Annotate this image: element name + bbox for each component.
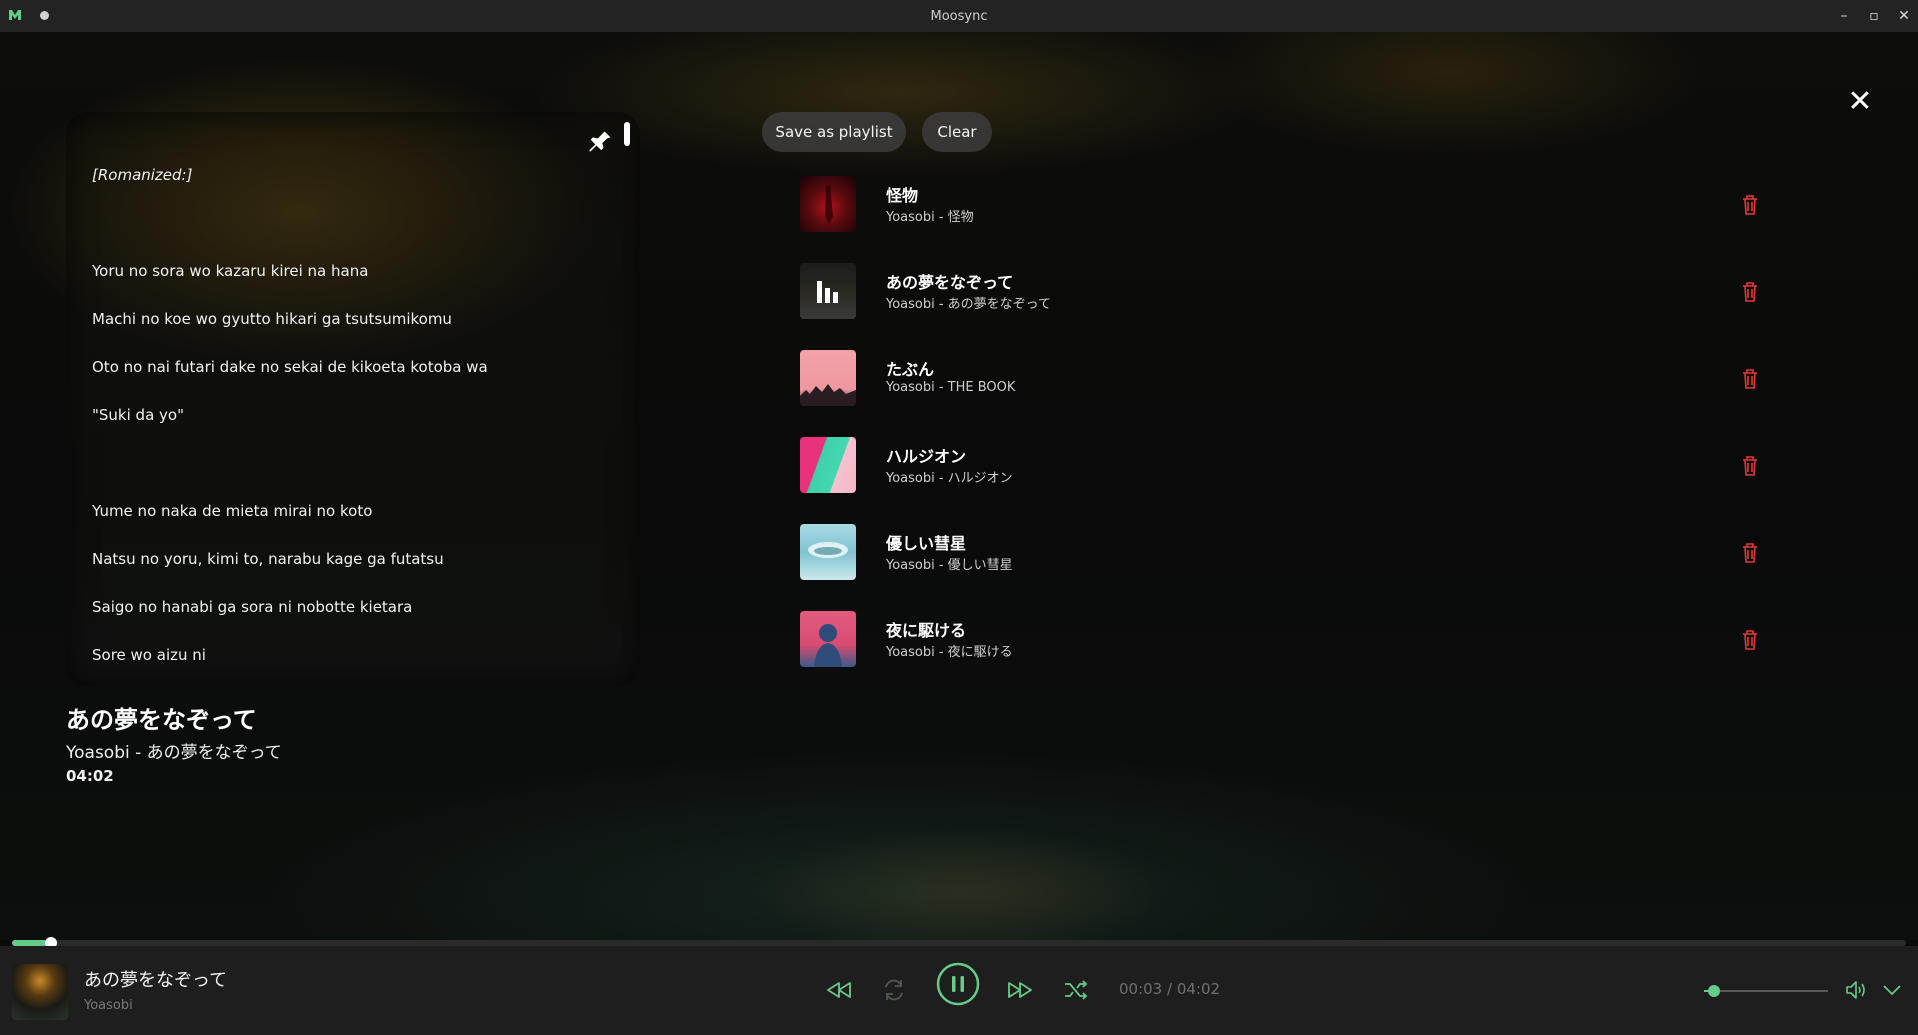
lyrics-scrollbar[interactable] — [624, 122, 630, 146]
volume-slider[interactable] — [1704, 990, 1828, 992]
lyrics-panel[interactable]: [Romanized:] Yoru no sora wo kazaru kire… — [66, 112, 640, 686]
queue-item-subtitle: Yoasobi - あの夢をなぞって — [886, 297, 1052, 312]
chevron-down-icon[interactable] — [1872, 970, 1912, 1010]
queue-item-subtitle: Yoasobi - THE BOOK — [886, 380, 1016, 395]
player-album-art — [12, 964, 68, 1020]
save-as-playlist-button[interactable]: Save as playlist — [762, 112, 906, 152]
queue-item-title: あの夢をなぞって — [886, 273, 1014, 292]
maximize-icon[interactable]: ▫ — [1868, 8, 1880, 24]
lyric-line: Oto no nai futari dake no sekai de kikoe… — [92, 358, 488, 376]
playback-time: 00:03 / 04:02 — [1119, 980, 1221, 998]
queue-item[interactable]: たぶん Yoasobi - THE BOOK — [800, 350, 1760, 406]
lyric-line: Natsu no yoru, kimi to, narabu kage ga f… — [92, 550, 444, 568]
queue-item[interactable]: 優しい彗星 Yoasobi - 優しい彗星 — [800, 524, 1760, 580]
now-playing-title: あの夢をなぞって — [66, 706, 257, 734]
lyric-line: Yume no naka de mieta mirai no koto — [92, 502, 373, 520]
lyric-line: [Romanized:] — [92, 166, 193, 184]
delete-icon[interactable] — [1740, 281, 1760, 303]
pin-icon[interactable] — [586, 128, 614, 156]
player-song-title[interactable]: あの夢をなぞって — [84, 966, 227, 992]
previous-icon[interactable] — [817, 968, 861, 1012]
delete-icon[interactable] — [1740, 542, 1760, 564]
volume-icon[interactable] — [1836, 970, 1876, 1010]
queue-item[interactable]: 夜に駆ける Yoasobi - 夜に駆ける — [800, 611, 1760, 667]
album-art — [800, 524, 856, 580]
main-view: ✕ [Romanized:] Yoru no sora wo kazaru ki… — [0, 32, 1918, 940]
queue-item-title: 優しい彗星 — [886, 534, 967, 553]
lyric-line: "Suki da yo" — [92, 406, 184, 424]
now-playing-subtitle: Yoasobi - あの夢をなぞって — [66, 743, 282, 763]
delete-icon[interactable] — [1740, 455, 1760, 477]
queue-item-subtitle: Yoasobi - 怪物 — [886, 210, 974, 225]
album-art — [800, 611, 856, 667]
delete-icon[interactable] — [1740, 194, 1760, 216]
next-icon[interactable] — [998, 968, 1042, 1012]
player-bar: あの夢をなぞって Yoasobi 00:03 / 04:02 — [0, 946, 1918, 1035]
status-dot[interactable] — [40, 11, 49, 20]
delete-icon[interactable] — [1740, 629, 1760, 651]
queue-item[interactable]: あの夢をなぞって Yoasobi - あの夢をなぞって — [800, 263, 1760, 319]
queue-item-title: ハルジオン — [886, 447, 967, 466]
queue-item-subtitle: Yoasobi - 優しい彗星 — [886, 558, 1013, 573]
clear-queue-button[interactable]: Clear — [922, 112, 992, 152]
moosync-logo-icon — [9, 10, 21, 20]
player-artist[interactable]: Yoasobi — [84, 998, 133, 1013]
shuffle-icon[interactable] — [1054, 968, 1098, 1012]
now-playing-duration: 04:02 — [66, 767, 114, 785]
repeat-icon[interactable] — [872, 968, 916, 1012]
queue-item[interactable]: ハルジオン Yoasobi - ハルジオン — [800, 437, 1760, 493]
delete-icon[interactable] — [1740, 368, 1760, 390]
queue-item[interactable]: 怪物 Yoasobi - 怪物 — [800, 176, 1760, 232]
window-controls: – ▫ ✕ — [1838, 0, 1910, 32]
album-art — [800, 437, 856, 493]
window-title: Moosync — [930, 8, 988, 24]
album-art — [800, 263, 856, 319]
queue-item-subtitle: Yoasobi - ハルジオン — [886, 471, 1013, 486]
lyric-line: Saigo no hanabi ga sora ni nobotte kieta… — [92, 598, 413, 616]
close-view-icon[interactable]: ✕ — [1842, 84, 1878, 120]
queue-item-title: 怪物 — [886, 186, 919, 205]
lyric-line: Machi no koe wo gyutto hikari ga tsutsum… — [92, 310, 452, 328]
lyric-line: Sore wo aizu ni — [92, 646, 206, 664]
album-art — [800, 350, 856, 406]
volume-slider-handle[interactable] — [1708, 985, 1720, 997]
lyric-line: Yoru no sora wo kazaru kirei na hana — [92, 262, 369, 280]
pause-button[interactable] — [936, 962, 980, 1006]
queue-item-subtitle: Yoasobi - 夜に駆ける — [886, 645, 1013, 660]
close-icon[interactable]: ✕ — [1898, 8, 1910, 24]
minimize-icon[interactable]: – — [1838, 8, 1850, 24]
title-bar: Moosync – ▫ ✕ — [0, 0, 1918, 32]
queue-item-title: たぶん — [886, 360, 935, 379]
now-playing-bars-icon — [817, 281, 838, 303]
queue-item-title: 夜に駆ける — [886, 621, 967, 640]
album-art — [800, 176, 856, 232]
